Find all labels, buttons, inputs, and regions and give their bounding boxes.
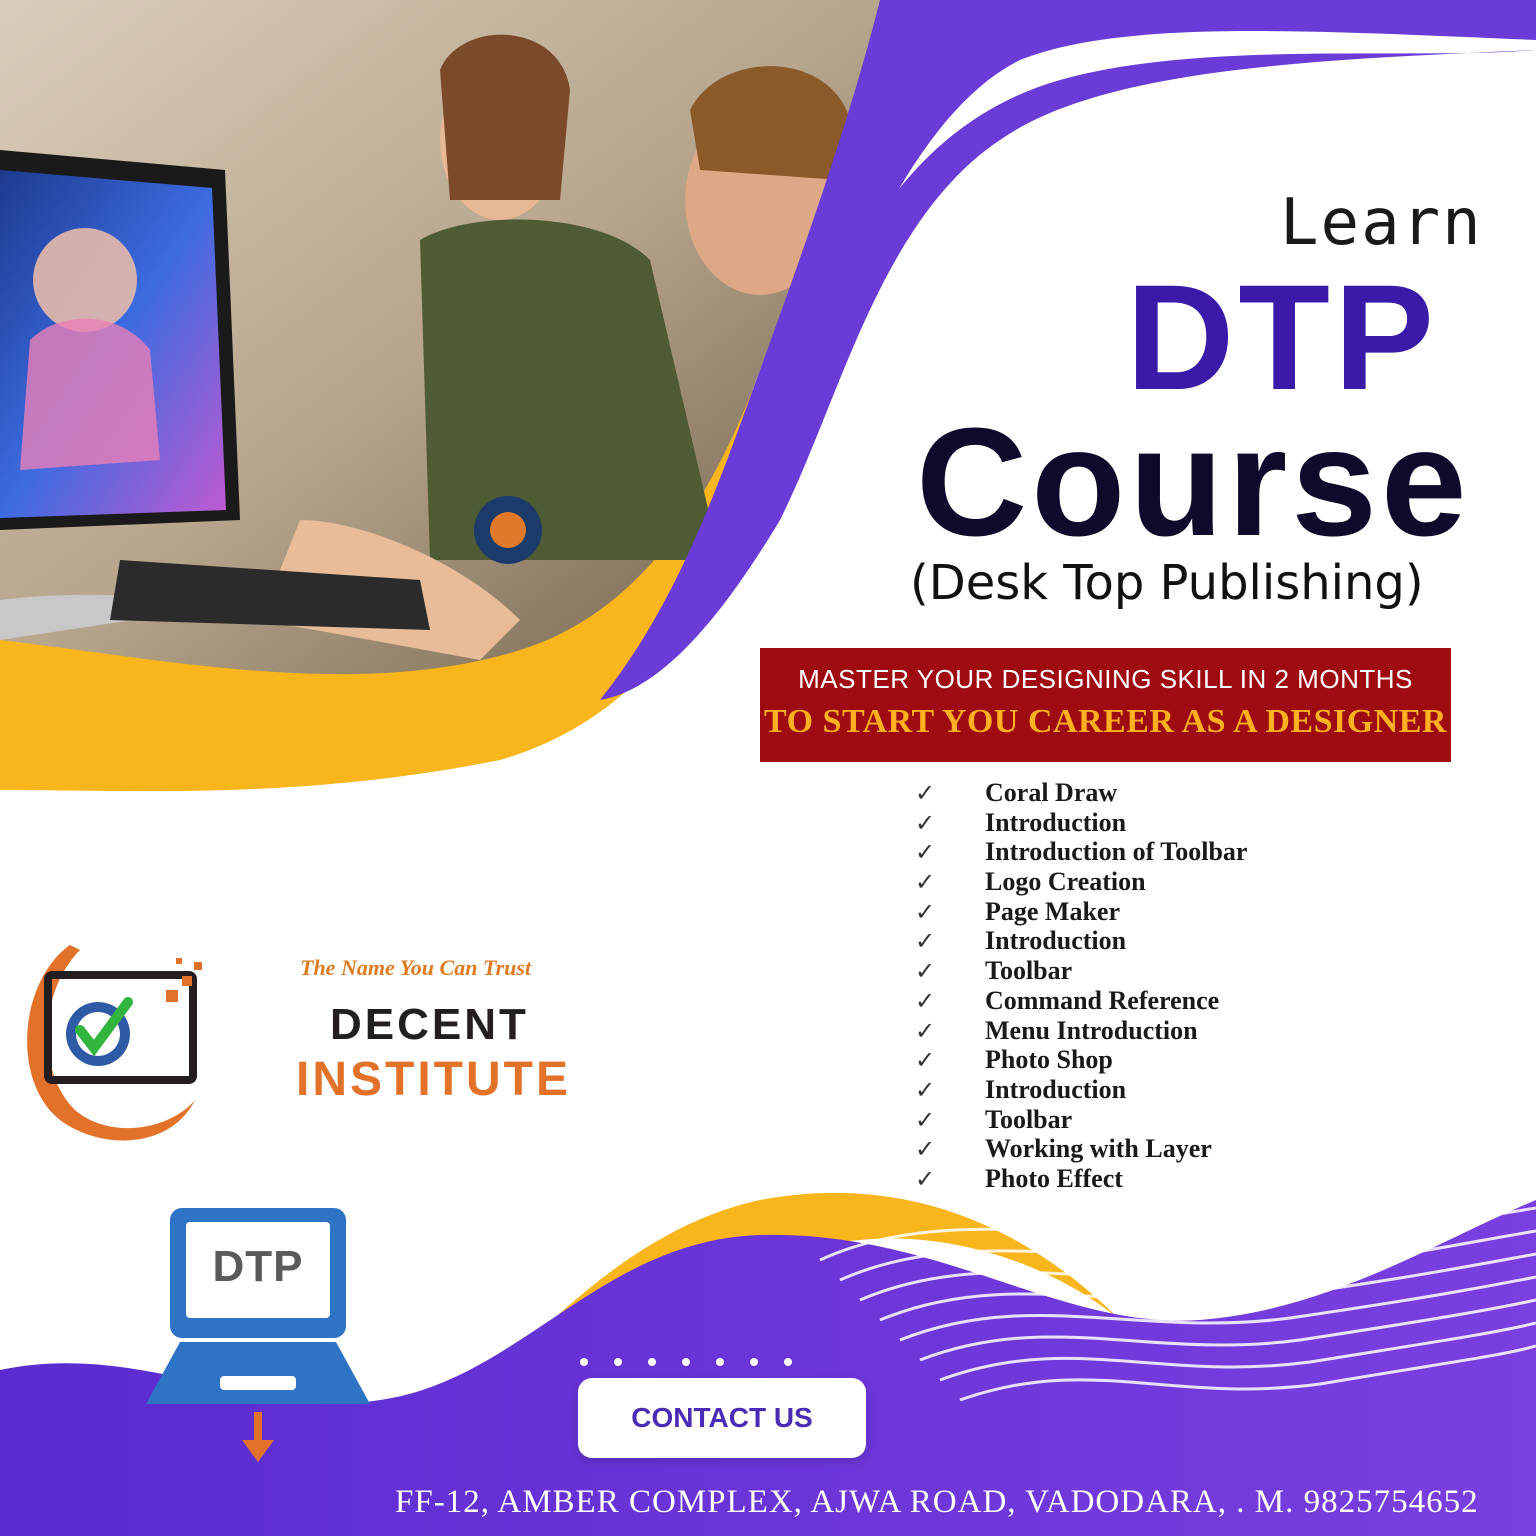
tick-icon: ✓ xyxy=(915,929,936,956)
list-item: ✓ Introduction xyxy=(915,1075,1335,1105)
promo-banner: MASTER YOUR DESIGNING SKILL IN 2 MONTHS … xyxy=(760,648,1451,762)
list-item: ✓ Introduction of Toolbar xyxy=(915,837,1335,867)
institute-logo xyxy=(27,945,202,1141)
learn-label: Learn xyxy=(1280,186,1483,260)
tick-icon: ✓ xyxy=(915,1077,936,1104)
computer-icon xyxy=(146,1208,370,1404)
list-item: ✓ Toolbar xyxy=(915,956,1335,986)
list-item: ✓ Photo Shop xyxy=(915,1045,1335,1075)
syllabus-list: ✓ Coral Draw ✓ Introduction ✓ Introduction … xyxy=(915,778,1335,1194)
dtp-heading: DTP xyxy=(1126,253,1438,421)
tick-icon: ✓ xyxy=(915,1018,936,1045)
tick-icon: ✓ xyxy=(915,959,936,986)
tick-icon: ✓ xyxy=(915,1137,936,1164)
contact-us-button[interactable]: CONTACT US xyxy=(578,1378,866,1458)
tick-icon: ✓ xyxy=(915,899,936,926)
tick-icon: ✓ xyxy=(915,1048,936,1075)
tick-icon: ✓ xyxy=(915,1107,936,1134)
tick-icon: ✓ xyxy=(915,810,936,837)
poster: Learn DTP Course (Desk Top Publishing) M… xyxy=(0,0,1536,1536)
computer-icon-label: DTP xyxy=(212,1242,304,1291)
tick-icon: ✓ xyxy=(915,781,936,807)
banner-line-2: TO START YOU CAREER AS A DESIGNER xyxy=(764,703,1447,740)
list-item: ✓ Toolbar xyxy=(915,1105,1335,1135)
course-heading: Course xyxy=(916,396,1471,568)
list-item: ✓ Photo Effect xyxy=(915,1164,1335,1194)
tick-icon: ✓ xyxy=(915,1166,936,1193)
banner-line-1: MASTER YOUR DESIGNING SKILL IN 2 MONTHS xyxy=(798,664,1413,694)
list-item: ✓ Coral Draw xyxy=(915,778,1335,808)
course-subtitle: (Desk Top Publishing) xyxy=(910,555,1424,611)
tick-icon: ✓ xyxy=(915,870,936,897)
address-line: FF-12, AMBER COMPLEX, AJWA ROAD, VADODAR… xyxy=(395,1484,1479,1520)
list-item: ✓ Working with Layer xyxy=(915,1134,1335,1164)
list-item: ✓ Command Reference xyxy=(915,986,1335,1016)
list-item: ✓ Introduction xyxy=(915,926,1335,956)
list-item: ✓ Introduction xyxy=(915,808,1335,838)
tick-icon: ✓ xyxy=(915,988,936,1015)
institute-name-line-1: DECENT xyxy=(330,1000,529,1049)
list-item: ✓ Page Maker xyxy=(915,897,1335,927)
list-item: ✓ Menu Introduction xyxy=(915,1016,1335,1046)
tick-icon: ✓ xyxy=(915,840,936,867)
institute-tagline: The Name You Can Trust xyxy=(300,955,532,980)
institute-name-line-2: INSTITUTE xyxy=(296,1053,571,1106)
list-item: ✓ Logo Creation xyxy=(915,867,1335,897)
